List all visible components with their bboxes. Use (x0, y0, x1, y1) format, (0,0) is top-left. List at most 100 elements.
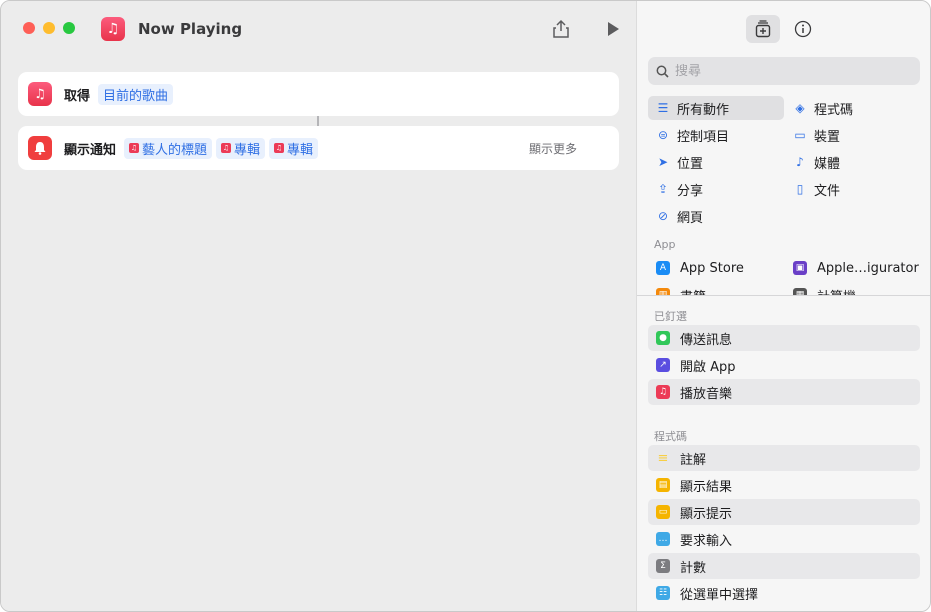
item-label: 開啟 App (680, 359, 736, 375)
open-app-icon: ↗ (656, 358, 670, 372)
count-icon: Σ (656, 559, 670, 573)
list-icon: ☰ (657, 101, 669, 115)
item-label: 要求輸入 (680, 533, 733, 549)
books-icon: ▥ (656, 288, 670, 295)
info-icon[interactable] (786, 15, 820, 43)
app-item-books[interactable]: ▥ 書籍 (656, 284, 706, 295)
document-icon: ▯ (796, 182, 804, 196)
category-device[interactable]: ▭ 裝置 (785, 123, 921, 147)
category-location[interactable]: ➤ 位置 (648, 150, 784, 174)
category-media[interactable]: ♪ 媒體 (785, 150, 921, 174)
scripting-section-header: 程式碼 (654, 430, 687, 443)
category-scripting[interactable]: ◈ 程式碼 (785, 96, 921, 120)
music-note-icon: ♫ (274, 143, 285, 153)
item-label: 從選單中選擇 (680, 587, 759, 603)
variable-token[interactable]: ♫ 專輯 (269, 137, 319, 159)
comment-icon: ≡ (657, 450, 669, 466)
show-result-icon: ▤ (656, 478, 670, 492)
action-label: 顯示通知 (64, 142, 117, 158)
show-alert-icon: ▭ (656, 505, 670, 519)
music-note-icon: ♫ (101, 17, 125, 41)
minimize-window-button[interactable] (43, 22, 55, 34)
pinned-section-header: 已釘選 (654, 310, 687, 323)
music-note-icon: ♪ (796, 155, 804, 169)
apple-configurator-icon: ▣ (793, 261, 807, 275)
category-all-actions[interactable]: ☰ 所有動作 (648, 96, 784, 120)
app-label: 計算機 (817, 286, 856, 296)
pinned-item-open-app[interactable]: ↗ 開啟 App (648, 352, 920, 378)
variable-token[interactable]: 目前的歌曲 (98, 83, 174, 105)
action-library-icon[interactable] (746, 15, 780, 43)
scripting-item-count[interactable]: Σ 計數 (648, 553, 920, 579)
close-window-button[interactable] (23, 22, 35, 34)
app-store-icon: A (656, 261, 670, 275)
calculator-icon: ▦ (793, 288, 807, 295)
sidebar-divider (637, 295, 930, 296)
category-label: 網頁 (677, 210, 704, 226)
category-label: 程式碼 (814, 102, 854, 118)
category-label: 位置 (677, 156, 704, 172)
shortcuts-window: ♫ Now Playing ♫ 取得 目前的歌曲 顯示通知 ♫ 藝人的標題 ♫ 專輯… (0, 0, 931, 612)
category-controls[interactable]: ⊜ 控制項目 (648, 123, 784, 147)
variable-token[interactable]: ♫ 專輯 (216, 137, 266, 159)
editor-pane: ♫ Now Playing ♫ 取得 目前的歌曲 顯示通知 ♫ 藝人的標題 ♫ 專輯… (1, 1, 636, 611)
category-label: 控制項目 (677, 129, 730, 145)
app-item-app-store[interactable]: A App Store (656, 257, 744, 279)
apps-list: A App Store ▣ Apple…igurator ▥ 書籍 ▦ 計算機 (637, 256, 930, 295)
location-icon: ➤ (657, 155, 669, 169)
scripting-item-show-alert[interactable]: ▭ 顯示提示 (648, 499, 920, 525)
item-label: 顯示結果 (680, 479, 733, 495)
category-label: 裝置 (814, 129, 841, 145)
pinned-item-play-music[interactable]: ♫ 播放音樂 (648, 379, 920, 405)
choose-menu-icon: ☷ (656, 586, 670, 600)
window-title: Now Playing (138, 20, 243, 38)
search-field[interactable] (648, 57, 920, 85)
category-documents[interactable]: ▯ 文件 (785, 177, 921, 201)
app-item-apple-configurator[interactable]: ▣ Apple…igurator (793, 257, 919, 279)
music-note-icon: ♫ (28, 82, 52, 106)
play-icon[interactable] (601, 17, 625, 41)
share-icon: ⇪ (657, 182, 669, 196)
app-label: Apple…igurator (817, 260, 919, 276)
share-icon[interactable] (549, 17, 573, 41)
scripting-item-show-result[interactable]: ▤ 顯示結果 (648, 472, 920, 498)
app-label: 書籍 (680, 286, 706, 296)
action-label: 取得 (64, 88, 91, 104)
category-web[interactable]: ⊘ 網頁 (648, 204, 784, 228)
maximize-window-button[interactable] (63, 22, 75, 34)
category-label: 分享 (677, 183, 704, 199)
pinned-item-send-message[interactable]: ● 傳送訊息 (648, 325, 920, 351)
item-label: 傳送訊息 (680, 332, 733, 348)
search-input[interactable] (675, 63, 905, 79)
item-label: 註解 (680, 452, 707, 468)
app-label: App Store (680, 260, 744, 276)
toggle-icon: ⊜ (657, 128, 669, 142)
music-note-icon: ♫ (221, 143, 232, 153)
action-show-notification[interactable]: 顯示通知 ♫ 藝人的標題 ♫ 專輯 ♫ 專輯 顯示更多 (18, 126, 619, 170)
scripting-item-comment[interactable]: ≡ 註解 (648, 445, 920, 471)
category-label: 媒體 (814, 156, 841, 172)
app-item-calculator[interactable]: ▦ 計算機 (793, 284, 856, 295)
scripting-item-choose-menu[interactable]: ☷ 從選單中選擇 (648, 580, 920, 606)
variable-token[interactable]: ♫ 藝人的標題 (124, 137, 213, 159)
action-connector (317, 116, 319, 126)
ask-input-icon: … (656, 532, 670, 546)
category-label: 文件 (814, 183, 841, 199)
scripting-icon: ◈ (795, 101, 805, 115)
category-sharing[interactable]: ⇪ 分享 (648, 177, 784, 201)
item-label: 計數 (680, 560, 707, 576)
display-icon: ▭ (794, 128, 806, 142)
action-get-current-song[interactable]: ♫ 取得 目前的歌曲 (18, 72, 619, 116)
messages-icon: ● (656, 331, 670, 345)
token-label: 專輯 (287, 142, 314, 158)
music-icon: ♫ (656, 385, 670, 399)
scripting-item-ask-input[interactable]: … 要求輸入 (648, 526, 920, 552)
music-note-icon: ♫ (129, 143, 140, 153)
compass-icon: ⊘ (657, 209, 669, 223)
show-more-button[interactable]: 顯示更多 (529, 140, 577, 157)
category-label: 所有動作 (677, 102, 730, 118)
token-label: 專輯 (234, 142, 261, 158)
item-label: 播放音樂 (680, 386, 733, 402)
apps-section-header: App (654, 238, 676, 251)
action-library-sidebar: ☰ 所有動作 ◈ 程式碼 ⊜ 控制項目 ▭ 裝置 ➤ 位置 ♪ 媒體 ⇪ 分享 … (636, 1, 930, 611)
